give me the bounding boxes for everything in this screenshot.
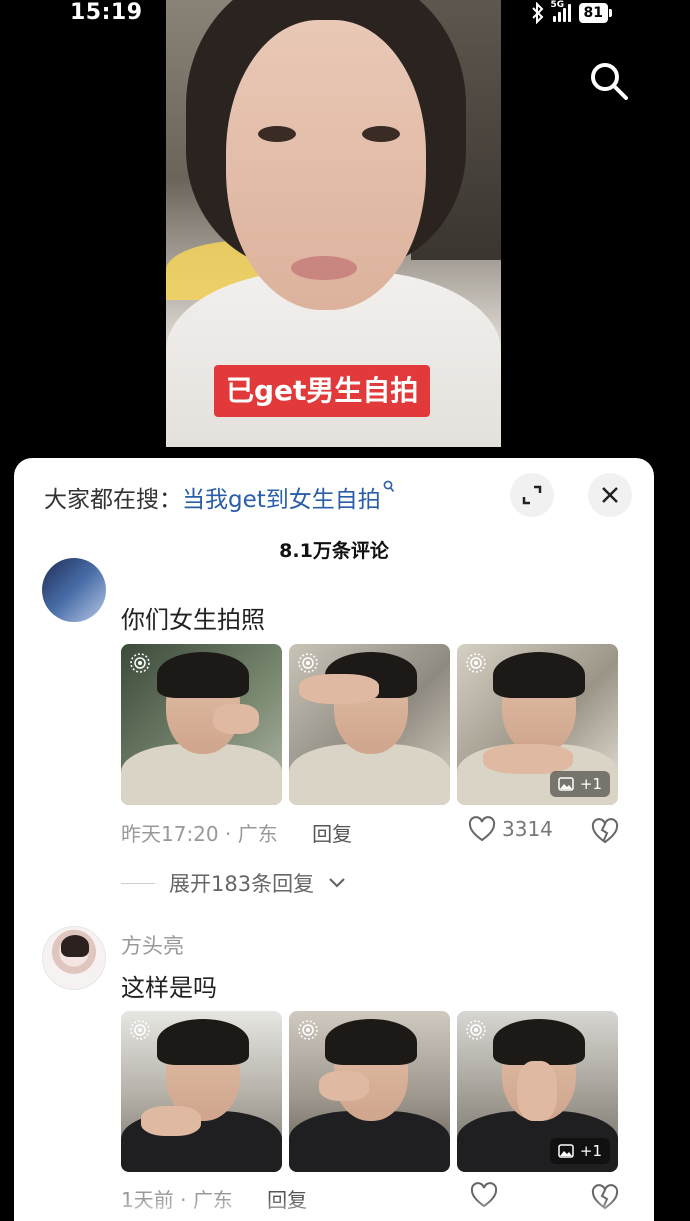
comment-count: 8.1万条评论 — [279, 540, 389, 562]
status-icons: 5G 81 — [531, 0, 613, 24]
bottom-fade — [14, 1198, 654, 1221]
comment-image[interactable] — [289, 1011, 450, 1172]
expand-button[interactable] — [510, 473, 554, 517]
comment-image[interactable]: +1 — [457, 644, 618, 805]
expand-replies-label: 展开183条回复 — [169, 872, 315, 896]
expand-replies-button[interactable]: 展开183条回复 — [121, 868, 346, 898]
comment-text: 你们女生拍照 — [121, 606, 265, 634]
battery-indicator: 81 — [578, 3, 613, 23]
like-count: 3314 — [502, 817, 553, 841]
avatar[interactable] — [42, 926, 106, 990]
comment-image[interactable] — [121, 1011, 282, 1172]
comment-text: 这样是吗 — [121, 974, 217, 1002]
status-bar: 15:19 5G 81 — [0, 0, 690, 30]
comment-panel: 大家都在搜：当我get到女生自拍 8.1万条评论 你们女生拍照 +1 昨天17:… — [14, 458, 654, 1221]
search-query-link[interactable]: 当我get到女生自拍 — [182, 487, 381, 513]
video-caption: 已get男生自拍 — [214, 365, 431, 417]
broken-heart-icon[interactable] — [591, 818, 619, 844]
comment-location: 广东 — [237, 822, 278, 846]
chevron-down-icon — [329, 878, 345, 888]
video-eye-left — [258, 126, 296, 142]
network-label: 5G — [550, 0, 565, 10]
more-images-count: +1 — [579, 775, 602, 793]
search-suggestion[interactable]: 大家都在搜：当我get到女生自拍 — [44, 480, 395, 514]
live-photo-icon — [130, 1020, 150, 1040]
comment-username[interactable]: 方头亮 — [121, 930, 184, 960]
more-images-badge[interactable]: +1 — [549, 771, 610, 797]
video-eye-right — [362, 126, 400, 142]
more-images-count: +1 — [579, 1142, 602, 1160]
small-search-icon — [383, 480, 394, 492]
video-lips — [291, 256, 357, 280]
avatar[interactable] — [42, 558, 106, 622]
signal-icon: 5G — [551, 0, 571, 22]
close-icon — [602, 487, 618, 503]
screen: 15:19 5G 81 已get男生自拍 大家都在搜：当我get到女生自拍 8.… — [0, 0, 690, 1221]
image-icon — [558, 777, 574, 791]
status-time: 15:19 — [70, 0, 143, 25]
like-button[interactable]: 3314 — [468, 816, 553, 842]
search-prefix: 大家都在搜： — [44, 487, 182, 513]
image-icon — [558, 1144, 574, 1158]
comment-image[interactable]: +1 — [457, 1011, 618, 1172]
live-photo-icon — [466, 653, 486, 673]
comment-image-row: +1 — [121, 644, 618, 805]
expand-icon — [522, 485, 542, 505]
search-icon[interactable] — [586, 58, 630, 102]
comment-image-row: +1 — [121, 1011, 618, 1172]
live-photo-icon — [130, 653, 150, 673]
reply-button[interactable]: 回复 — [312, 822, 352, 846]
close-button[interactable] — [588, 473, 632, 517]
live-photo-icon — [298, 653, 318, 673]
comment-image[interactable] — [289, 644, 450, 805]
heart-icon — [468, 816, 496, 842]
live-photo-icon — [298, 1020, 318, 1040]
bluetooth-icon — [531, 2, 543, 24]
comment-image[interactable] — [121, 644, 282, 805]
more-images-badge[interactable]: +1 — [549, 1138, 610, 1164]
comment-time: 昨天17:20 — [121, 822, 219, 846]
live-photo-icon — [466, 1020, 486, 1040]
comment-meta: 昨天17:20 · 广东 回复 — [121, 822, 353, 846]
